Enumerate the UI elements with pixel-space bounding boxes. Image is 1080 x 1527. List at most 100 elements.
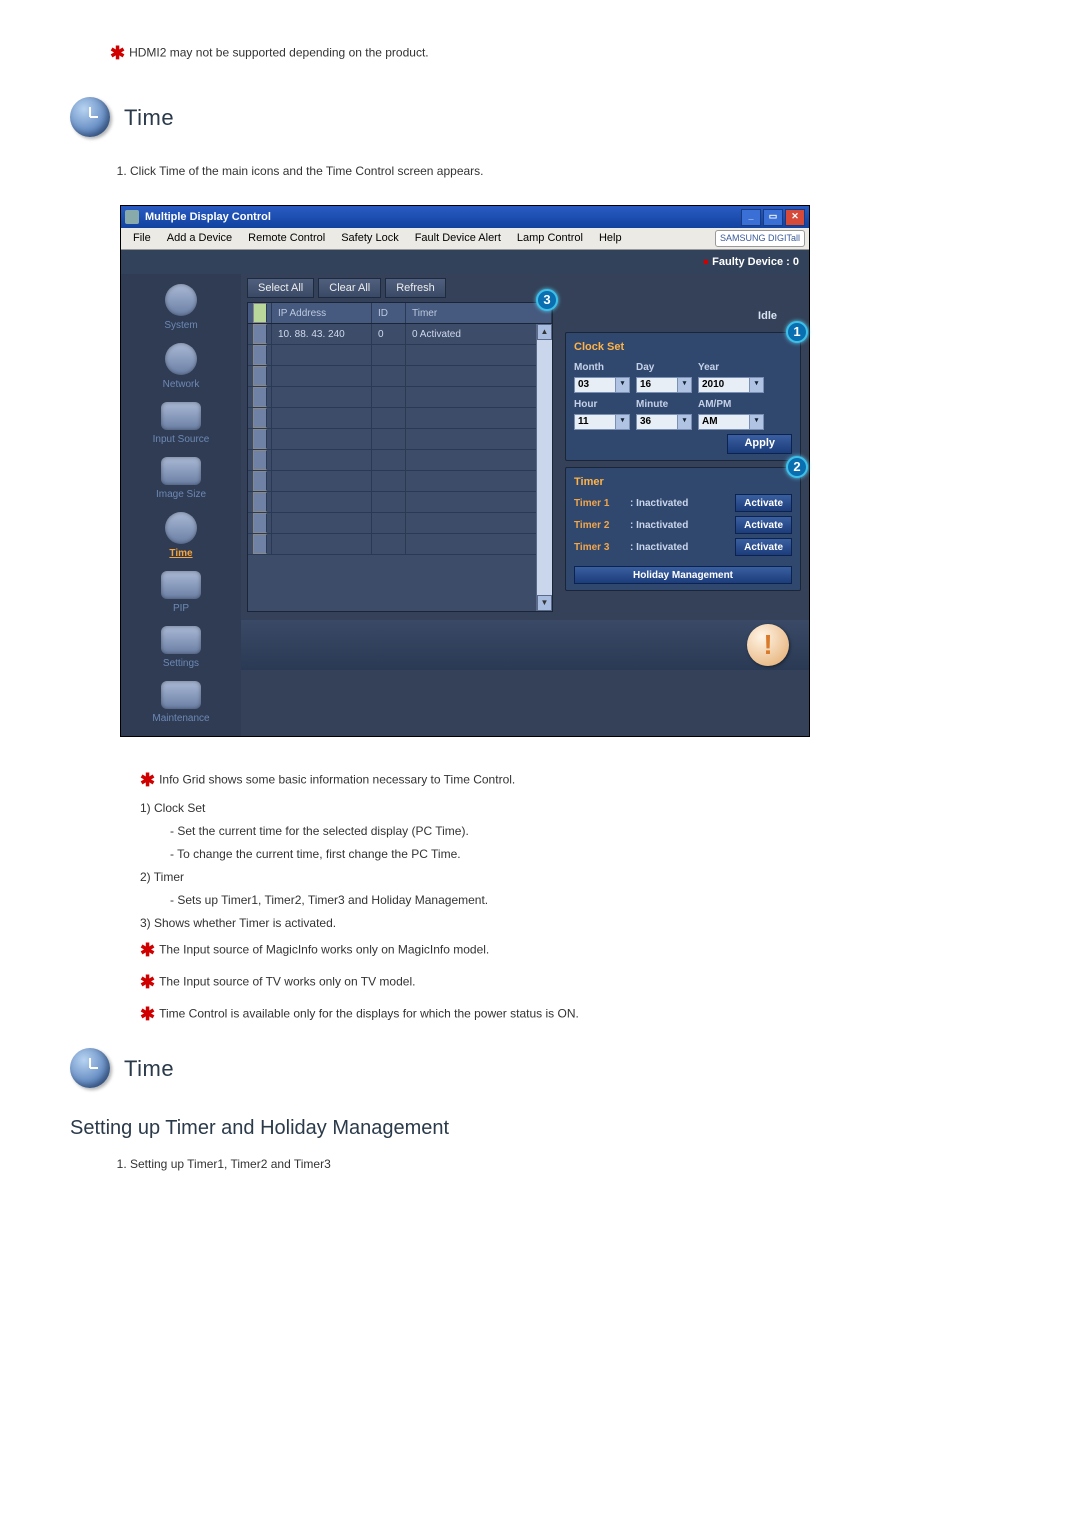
header-ip: IP Address [272,303,372,323]
row-checkbox[interactable] [253,450,267,470]
scroll-down-button[interactable]: ▼ [537,595,552,611]
header-checkbox-cell[interactable] [248,303,272,323]
header-timer: Timer [406,303,552,323]
time-icon [165,512,197,544]
table-row[interactable] [248,513,552,534]
scroll-track[interactable] [537,340,552,595]
table-row[interactable] [248,345,552,366]
timer2-activate-button[interactable]: Activate [735,516,792,534]
timer-row: Timer 2 : Inactivated Activate [574,516,792,534]
hdmi-note: ✱ HDMI2 may not be supported depending on… [110,40,1010,67]
row-checkbox[interactable] [253,408,267,428]
hour-select[interactable]: 11▾ [574,414,630,430]
clock-set-title: Clock Set [574,339,792,356]
row-checkbox[interactable] [253,471,267,491]
alert-icon: ! [747,624,789,666]
table-row[interactable]: 10. 88. 43. 240 0 0 Activated [248,324,552,345]
star-icon: ✱ [140,972,155,992]
row-checkbox[interactable] [253,366,267,386]
day-label: Day [636,360,692,375]
table-row[interactable] [248,387,552,408]
image-size-icon [161,457,201,485]
holiday-management-button[interactable]: Holiday Management [574,566,792,584]
timer1-activate-button[interactable]: Activate [735,494,792,512]
day-select[interactable]: 16▾ [636,377,692,393]
input-source-icon [161,402,201,430]
table-row[interactable] [248,471,552,492]
year-select[interactable]: 2010▾ [698,377,764,393]
menu-add-device[interactable]: Add a Device [159,230,240,247]
sidebar-item-settings[interactable]: Settings [121,622,241,675]
row-checkbox[interactable] [253,429,267,449]
description-block: ✱ Info Grid shows some basic information … [120,767,1010,1028]
timer-row: Timer 3 : Inactivated Activate [574,538,792,556]
star-icon: ✱ [110,43,125,63]
sidebar-item-maintenance[interactable]: Maintenance [121,677,241,730]
menu-safety-lock[interactable]: Safety Lock [333,230,406,247]
timer3-name: Timer 3 [574,540,624,555]
star-icon: ✱ [140,1004,155,1024]
sidebar-item-time[interactable]: Time [121,508,241,565]
desc-activation: 3) Shows whether Timer is activated. [140,914,1010,932]
timer3-activate-button[interactable]: Activate [735,538,792,556]
table-row[interactable] [248,366,552,387]
menu-fault-device-alert[interactable]: Fault Device Alert [407,230,509,247]
desc-infogrid: Info Grid shows some basic information n… [159,773,515,787]
row-checkbox[interactable] [253,345,267,365]
maximize-button[interactable]: ▭ [763,209,783,226]
desc-poweron: Time Control is available only for the d… [159,1007,579,1021]
row-checkbox[interactable] [253,492,267,512]
row-checkbox[interactable] [253,324,267,344]
main-area: System Network Input Source Image Size T… [121,274,809,736]
window-title: Multiple Display Control [145,209,271,226]
section-title: Time [124,101,174,134]
hdmi-note-text: HDMI2 may not be supported depending on … [129,46,429,60]
menu-remote-control[interactable]: Remote Control [240,230,333,247]
table-row[interactable] [248,534,552,555]
table-row[interactable] [248,408,552,429]
clear-all-button[interactable]: Clear All [318,278,381,298]
sidebar-item-system[interactable]: System [121,280,241,337]
minimize-button[interactable]: _ [741,209,761,226]
desc-tv: The Input source of TV works only on TV … [159,975,415,989]
table-row[interactable] [248,429,552,450]
desc-clockset-a: - Set the current time for the selected … [170,822,1010,840]
row-checkbox[interactable] [253,513,267,533]
callout-1: 1 [786,321,808,343]
sidebar-item-network[interactable]: Network [121,339,241,396]
menu-lamp-control[interactable]: Lamp Control [509,230,591,247]
callout-3: 3 [536,289,558,311]
chevron-down-icon: ▾ [615,415,629,429]
clock-icon [70,1048,110,1088]
table-row[interactable] [248,492,552,513]
select-all-button[interactable]: Select All [247,278,314,298]
minute-select[interactable]: 36▾ [636,414,692,430]
header-checkbox[interactable] [253,303,267,323]
row-checkbox[interactable] [253,387,267,407]
chevron-down-icon: ▾ [677,415,691,429]
close-button[interactable]: ✕ [785,209,805,226]
pip-icon [161,571,201,599]
clock-set-panel: 1 Clock Set Month03▾ Day16▾ Year2010▾ Ho… [565,332,801,461]
scroll-up-button[interactable]: ▲ [537,324,552,340]
grid-toolbar: Select All Clear All Refresh [241,274,809,302]
grid-scrollbar[interactable]: ▲ ▼ [536,324,552,611]
sidebar-item-input-source[interactable]: Input Source [121,398,241,451]
menu-help[interactable]: Help [591,230,630,247]
apply-button[interactable]: Apply [727,434,792,454]
table-row[interactable] [248,450,552,471]
sidebar-item-pip[interactable]: PIP [121,567,241,620]
center-pane: Select All Clear All Refresh IP Address … [241,274,809,736]
sidebar-item-image-size[interactable]: Image Size [121,453,241,506]
row-checkbox[interactable] [253,534,267,554]
footer-bar: ! [241,620,809,670]
month-select[interactable]: 03▾ [574,377,630,393]
brand-badge: SAMSUNG DIGITall [715,230,805,248]
ampm-select[interactable]: AM▾ [698,414,764,430]
timer2-status: : Inactivated [630,518,729,533]
faulty-device-badge: Faulty Device : 0 [702,254,799,271]
chevron-down-icon: ▾ [677,378,691,392]
refresh-button[interactable]: Refresh [385,278,446,298]
menu-file[interactable]: File [125,230,159,247]
subtitle: Setting up Timer and Holiday Management [70,1113,1010,1143]
